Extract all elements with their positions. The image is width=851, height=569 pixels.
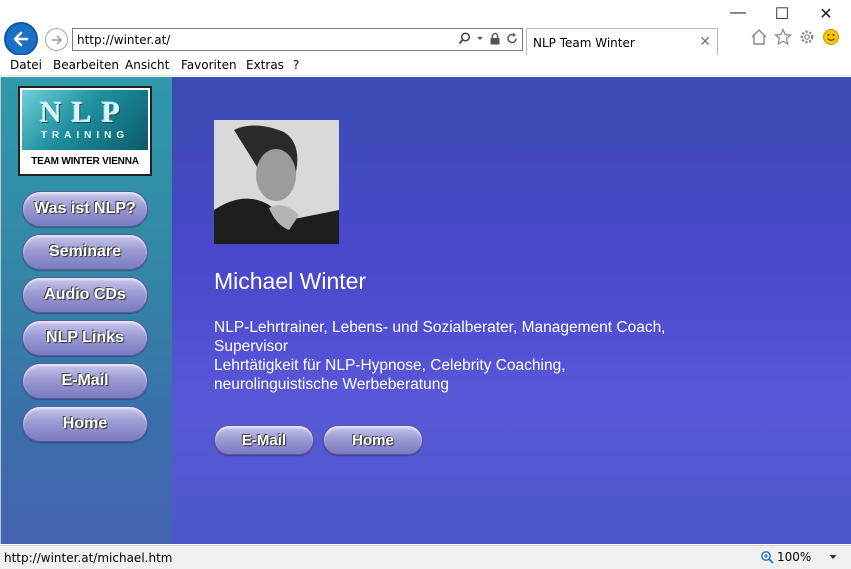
description-line: NLP-Lehrtrainer, Lebens- und Sozialberat… [214, 319, 666, 336]
nav-seminare-button[interactable]: Seminare [22, 234, 148, 270]
zoom-dropdown-icon[interactable] [828, 552, 838, 562]
status-bar: http://winter.at/michael.htm 100% [0, 545, 851, 569]
forward-arrow-icon [51, 34, 62, 45]
menu-extras[interactable]: Extras [246, 58, 284, 72]
nav-nlp-links-button[interactable]: NLP Links [22, 320, 148, 356]
refresh-icon[interactable] [506, 32, 518, 45]
menu-bar: Datei Bearbeiten Ansicht Favoriten Extra… [0, 55, 851, 76]
minimize-button[interactable]: — [718, 4, 758, 22]
profile-photo [214, 120, 339, 244]
browser-titlebar: — ☐ ✕ http://winter.at/ NLP Team Winter … [0, 0, 851, 56]
menu-datei[interactable]: Datei [10, 58, 42, 72]
forward-button[interactable] [45, 28, 68, 51]
logo-graphic: NLP TRAINING [22, 90, 148, 150]
logo-training-text: TRAINING [40, 130, 130, 141]
menu-help[interactable]: ? [293, 58, 299, 72]
main-content: Michael Winter NLP-Lehrtrainer, Lebens- … [172, 77, 851, 544]
maximize-button[interactable]: ☐ [762, 4, 802, 24]
zoom-level[interactable]: 100% [777, 550, 811, 564]
status-url: http://winter.at/michael.htm [4, 551, 173, 565]
description-line: Lehrtätigkeit für NLP-Hypnose, Celebrity… [214, 357, 566, 374]
home-icon[interactable] [750, 28, 768, 46]
person-description: NLP-Lehrtrainer, Lebens- und Sozialberat… [214, 318, 714, 394]
close-window-button[interactable]: ✕ [806, 4, 846, 24]
zoom-control[interactable]: 100% [760, 550, 838, 564]
description-line: Supervisor [214, 338, 289, 355]
nav-audio-cds-button[interactable]: Audio CDs [22, 277, 148, 313]
logo-nlp-text: NLP [40, 96, 130, 129]
tab-title: NLP Team Winter [533, 36, 635, 50]
home-button[interactable]: Home [323, 425, 423, 455]
email-button[interactable]: E-Mail [214, 425, 314, 455]
address-bar[interactable]: http://winter.at/ [72, 28, 523, 51]
logo-caption: TEAM WINTER VIENNA [31, 156, 139, 167]
feedback-smiley-icon[interactable] [822, 28, 840, 46]
lock-icon[interactable] [489, 32, 501, 45]
browser-tab[interactable]: NLP Team Winter ✕ [526, 28, 718, 55]
back-button[interactable] [4, 22, 38, 56]
person-name: Michael Winter [214, 268, 367, 294]
menu-ansicht[interactable]: Ansicht [125, 58, 169, 72]
favorites-star-icon[interactable] [774, 28, 792, 46]
dropdown-icon[interactable] [476, 32, 484, 45]
address-text[interactable]: http://winter.at/ [77, 33, 170, 47]
back-arrow-icon [13, 31, 29, 47]
portrait-image [214, 120, 339, 244]
menu-favoriten[interactable]: Favoriten [181, 58, 237, 72]
nav-email-button[interactable]: E-Mail [22, 363, 148, 399]
settings-gear-icon[interactable] [798, 28, 816, 46]
description-line: neurolinguistische Werbeberatung [214, 376, 449, 393]
search-icon[interactable] [458, 32, 471, 45]
sidebar: NLP TRAINING TEAM WINTER VIENNA Was ist … [1, 77, 172, 544]
nav-was-ist-nlp-button[interactable]: Was ist NLP? [22, 191, 148, 227]
page-viewport: NLP TRAINING TEAM WINTER VIENNA Was ist … [0, 77, 851, 544]
tab-close-icon[interactable]: ✕ [699, 33, 711, 50]
nlp-training-logo[interactable]: NLP TRAINING TEAM WINTER VIENNA [18, 86, 152, 176]
zoom-icon [761, 551, 774, 564]
menu-bearbeiten[interactable]: Bearbeiten [53, 58, 119, 72]
nav-home-button[interactable]: Home [22, 406, 148, 442]
